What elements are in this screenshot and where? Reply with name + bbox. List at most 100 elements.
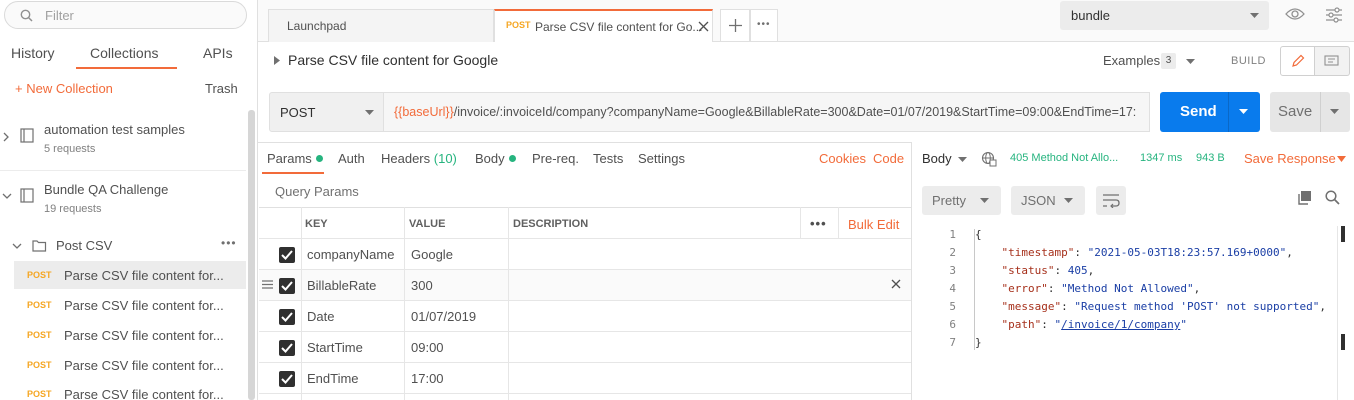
response-time[interactable]: 1347 ms xyxy=(1140,152,1182,164)
status-code[interactable]: 405 Method Not Allo... xyxy=(1010,152,1118,164)
response-body-code[interactable]: 1 { 2 "timestamp": "2021-05-03T18:23:57.… xyxy=(940,226,1340,400)
globe-icon[interactable] xyxy=(981,151,997,167)
table-row[interactable]: EndTime 17:00 xyxy=(259,363,911,394)
method-select[interactable]: POST xyxy=(269,92,384,132)
environment-select[interactable]: bundle xyxy=(1060,1,1269,30)
tab-launchpad[interactable]: Launchpad xyxy=(268,9,494,42)
response-size[interactable]: 943 B xyxy=(1196,152,1225,164)
request-item[interactable]: POST Parse CSV file content for... xyxy=(14,261,246,289)
response-scrollbar-track[interactable] xyxy=(1337,226,1338,400)
delete-row-icon[interactable] xyxy=(891,279,901,289)
param-value[interactable]: Google xyxy=(411,247,453,262)
trash-button[interactable]: Trash xyxy=(205,81,238,96)
search-icon xyxy=(20,9,33,22)
param-value[interactable]: 09:00 xyxy=(411,340,444,355)
request-item[interactable]: POST Parse CSV file content for... xyxy=(14,321,246,349)
param-key[interactable]: StartTime xyxy=(307,340,363,355)
caret-down-icon[interactable] xyxy=(1330,109,1339,114)
collection-name: Bundle QA Challenge xyxy=(44,182,169,197)
json-key: "path" xyxy=(1001,318,1042,331)
param-checkbox[interactable] xyxy=(279,340,295,356)
tab-apis[interactable]: APIs xyxy=(203,45,233,69)
tab-body[interactable]: Body xyxy=(475,151,516,166)
tab-headers[interactable]: Headers (10) xyxy=(381,151,457,166)
param-value[interactable]: 300 xyxy=(411,278,433,293)
edit-button[interactable] xyxy=(1280,46,1315,76)
param-value[interactable]: 17:00 xyxy=(411,371,444,386)
send-label: Send xyxy=(1180,103,1217,120)
bulk-edit-button[interactable]: Bulk Edit xyxy=(848,217,899,232)
close-icon[interactable] xyxy=(698,21,709,32)
param-value[interactable]: 01/07/2019 xyxy=(411,309,476,324)
response-body-tab[interactable]: Body xyxy=(922,151,952,166)
param-key[interactable]: Date xyxy=(307,309,334,324)
tab-params[interactable]: Params xyxy=(267,151,323,166)
caret-down-icon[interactable] xyxy=(1337,156,1346,162)
filter-input[interactable]: Filter xyxy=(4,1,247,29)
eye-icon[interactable] xyxy=(1285,7,1305,21)
tab-request[interactable]: POST Parse CSV file content for Go... xyxy=(494,9,713,42)
collection-item[interactable]: Bundle QA Challenge 19 requests xyxy=(0,172,246,230)
code-line: "path": "/invoice/1/company" xyxy=(1001,318,1187,331)
tab-prerequest[interactable]: Pre-req. xyxy=(532,151,579,166)
tab-history[interactable]: History xyxy=(11,45,55,69)
copy-icon[interactable] xyxy=(1297,190,1312,205)
param-key[interactable]: EndTime xyxy=(307,371,359,386)
save-button[interactable]: Save xyxy=(1270,92,1350,132)
more-icon[interactable]: ••• xyxy=(221,236,237,250)
param-checkbox[interactable] xyxy=(279,371,295,387)
request-item[interactable]: POST Parse CSV file content for... xyxy=(14,380,246,400)
chevron-right-icon[interactable] xyxy=(2,132,10,142)
collection-item[interactable]: automation test samples 5 requests xyxy=(0,112,246,170)
examples-dropdown[interactable]: Examples xyxy=(1103,53,1160,68)
table-row[interactable]: Date 01/07/2019 xyxy=(259,301,911,332)
tab-options-button[interactable]: ••• xyxy=(750,9,778,42)
tab-settings[interactable]: Settings xyxy=(638,151,685,166)
wrap-lines-button[interactable] xyxy=(1096,186,1126,215)
code-line: { xyxy=(975,228,982,241)
param-key[interactable]: companyName xyxy=(307,247,394,262)
cookies-link[interactable]: Cookies xyxy=(819,151,866,166)
drag-handle-icon[interactable] xyxy=(262,280,273,289)
tab-label: Headers xyxy=(381,151,431,166)
tab-tests[interactable]: Tests xyxy=(593,151,623,166)
line-number: 5 xyxy=(949,300,956,313)
tab-auth[interactable]: Auth xyxy=(338,151,365,166)
new-tab-button[interactable] xyxy=(720,9,750,42)
param-key[interactable]: BillableRate xyxy=(307,278,376,293)
comments-button[interactable] xyxy=(1315,46,1350,76)
tab-collections[interactable]: Collections xyxy=(90,45,158,69)
table-row[interactable]: StartTime 09:00 xyxy=(259,332,911,363)
language-select[interactable]: JSON xyxy=(1011,186,1085,215)
search-icon[interactable] xyxy=(1325,190,1340,205)
collection-icon xyxy=(20,128,35,143)
caret-down-icon[interactable] xyxy=(1239,109,1248,114)
request-name[interactable]: Parse CSV file content for Google xyxy=(288,52,498,68)
table-row[interactable]: BillableRate 300 xyxy=(259,270,911,301)
request-item[interactable]: POST Parse CSV file content for... xyxy=(14,351,246,379)
folder-item[interactable]: Post CSV ••• xyxy=(0,234,246,258)
code-link[interactable]: Code xyxy=(873,151,904,166)
more-icon[interactable]: ••• xyxy=(810,216,827,231)
method-badge: POST xyxy=(27,270,52,280)
caret-down-icon[interactable] xyxy=(1186,59,1195,64)
chevron-down-icon[interactable] xyxy=(12,242,22,250)
url-input[interactable]: {{baseUrl}}/invoice/:invoiceId/company?c… xyxy=(384,92,1150,132)
request-item[interactable]: POST Parse CSV file content for... xyxy=(14,291,246,319)
sidebar-scrollbar[interactable] xyxy=(248,110,255,400)
param-checkbox[interactable] xyxy=(279,278,295,294)
chevron-down-icon[interactable] xyxy=(2,192,12,200)
format-select[interactable]: Pretty xyxy=(922,186,1001,215)
param-checkbox[interactable] xyxy=(279,309,295,325)
settings-sliders-icon[interactable] xyxy=(1325,7,1343,23)
chevron-right-icon[interactable] xyxy=(274,56,280,65)
pencil-icon xyxy=(1291,54,1305,68)
param-checkbox[interactable] xyxy=(279,247,295,263)
table-row[interactable]: companyName Google xyxy=(259,239,911,270)
caret-down-icon[interactable] xyxy=(958,157,967,162)
save-response-button[interactable]: Save Response xyxy=(1244,151,1336,166)
json-link[interactable]: /invoice/1/company xyxy=(1061,318,1180,331)
new-collection-button[interactable]: + New Collection xyxy=(15,81,113,96)
send-button[interactable]: Send xyxy=(1160,92,1260,132)
json-comma: , xyxy=(1087,264,1095,277)
